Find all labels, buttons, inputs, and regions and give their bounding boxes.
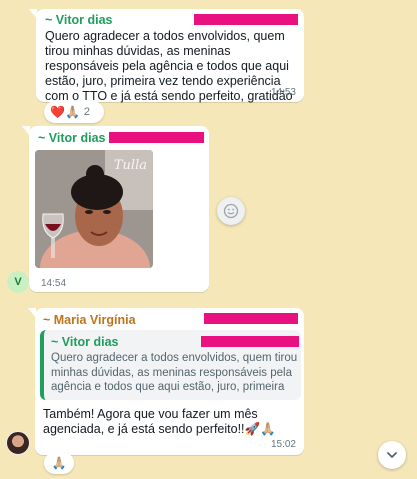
redacted-phone xyxy=(204,313,298,324)
sender-name[interactable]: ~ Maria Virgínia xyxy=(43,313,136,327)
redacted-phone xyxy=(194,14,298,25)
message-time: 14:53 xyxy=(270,87,296,98)
message-time: 15:02 xyxy=(270,439,296,450)
message-bubble[interactable]: ~ Vitor dias Quero agradecer a todos env… xyxy=(29,9,304,118)
reaction-emojis: 🙏🏼 xyxy=(51,456,67,470)
reaction-pill[interactable]: 🙏🏼 xyxy=(44,452,74,474)
redacted-phone xyxy=(201,336,299,347)
sticker-watermark: Tulla xyxy=(113,158,147,173)
message-time: 14:54 xyxy=(41,278,67,289)
image-message-bubble[interactable]: ~ Vitor dias Tulla 14:54 xyxy=(22,126,209,292)
avatar[interactable] xyxy=(6,431,30,455)
avatar[interactable]: V xyxy=(7,271,29,293)
quoted-sender: ~ Vitor dias xyxy=(51,335,119,349)
quoted-text: Quero agradecer a todos envolvidos, quem… xyxy=(51,352,298,393)
scroll-to-bottom-button[interactable] xyxy=(378,441,406,469)
quoted-message[interactable]: ~ Vitor dias Quero agradecer a todos env… xyxy=(40,330,301,400)
react-button[interactable] xyxy=(217,197,245,225)
reaction-pill[interactable]: ❤️🙏🏼 2 xyxy=(44,101,104,123)
reply-message-bubble[interactable]: ~ Maria Virgínia ~ Vitor dias Quero agra… xyxy=(28,308,304,455)
sender-name[interactable]: ~ Vitor dias xyxy=(45,13,113,27)
reaction-emojis: ❤️🙏🏼 xyxy=(50,105,80,119)
message-text: Também! Agora que vou fazer um mês agenc… xyxy=(43,407,276,436)
emoji-reaction-icon xyxy=(223,203,239,219)
reaction-count: 2 xyxy=(83,106,91,118)
sender-name[interactable]: ~ Vitor dias xyxy=(38,131,106,145)
bubble-tail xyxy=(29,9,37,19)
bubble-tail xyxy=(22,126,30,136)
redacted-phone xyxy=(109,132,204,143)
bubble-tail xyxy=(28,308,36,318)
sticker-image[interactable]: Tulla xyxy=(35,150,153,268)
scroll-down-chevron-icon xyxy=(387,452,397,458)
